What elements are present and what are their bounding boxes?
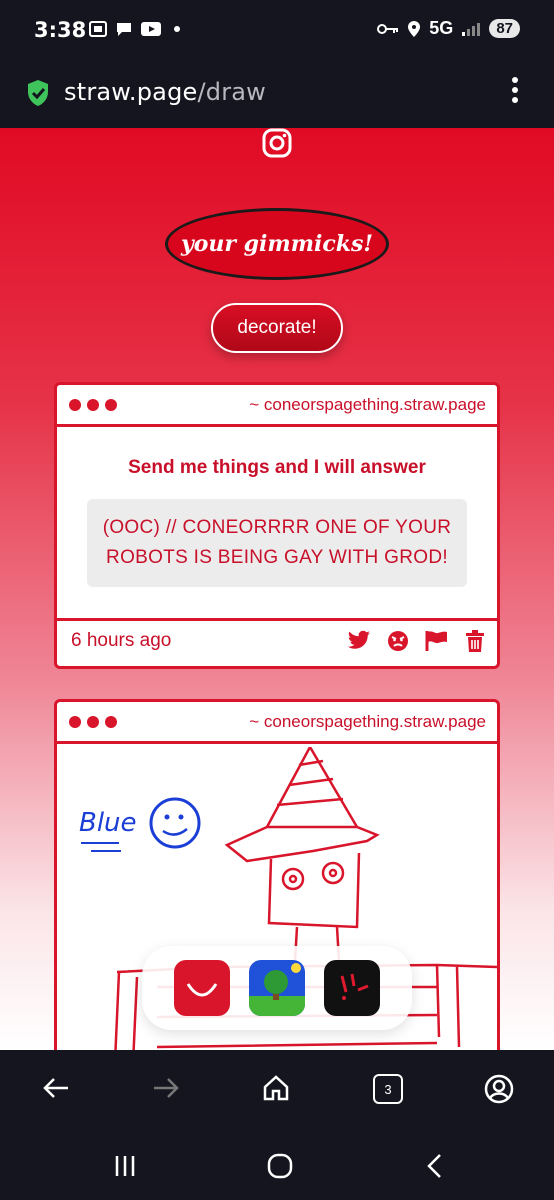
card-footer: 6 hours ago bbox=[57, 618, 497, 666]
dock-app-dark[interactable] bbox=[324, 960, 380, 1016]
app-dock bbox=[142, 946, 412, 1030]
trash-icon[interactable] bbox=[465, 630, 485, 652]
web-page: your gimmicks! decorate! ~ coneorspageth… bbox=[0, 128, 554, 1050]
smile-icon bbox=[186, 983, 218, 997]
card-site-link[interactable]: ~ coneorspagething.straw.page bbox=[249, 712, 486, 732]
network-label: 5G bbox=[429, 18, 454, 38]
youtube-icon bbox=[141, 22, 161, 36]
question-title: Send me things and I will answer bbox=[128, 457, 426, 478]
card-site-link[interactable]: ~ coneorspagething.straw.page bbox=[249, 395, 486, 415]
tab-count-button[interactable]: 3 bbox=[373, 1074, 403, 1104]
url-text[interactable]: straw.page/draw bbox=[64, 78, 266, 106]
signal-icon bbox=[462, 22, 481, 36]
forward-arrow-icon[interactable] bbox=[152, 1074, 180, 1102]
drawing-text-blue: Blue bbox=[79, 808, 137, 838]
browser-url-bar: straw.page/draw bbox=[0, 62, 554, 128]
more-vert-icon[interactable] bbox=[510, 76, 520, 104]
post-timestamp: 6 hours ago bbox=[71, 630, 172, 651]
home-circle-icon[interactable] bbox=[266, 1152, 294, 1180]
back-arrow-icon[interactable] bbox=[42, 1074, 70, 1102]
chat-icon bbox=[117, 23, 131, 36]
url-host: straw.page bbox=[64, 78, 198, 106]
flag-icon[interactable] bbox=[425, 630, 449, 652]
url-path: /draw bbox=[197, 78, 267, 106]
decorate-button[interactable]: decorate! bbox=[211, 303, 343, 353]
card-actions bbox=[347, 630, 485, 652]
system-back-icon[interactable] bbox=[424, 1152, 444, 1180]
home-icon[interactable] bbox=[262, 1074, 290, 1102]
question-card: ~ coneorspagething.straw.page Send me th… bbox=[54, 382, 500, 669]
landscape-icon bbox=[249, 963, 305, 1016]
system-icons: 5G 87 bbox=[377, 18, 520, 39]
instagram-icon[interactable] bbox=[262, 128, 292, 158]
recent-apps-icon[interactable] bbox=[113, 1154, 137, 1178]
window-dots-icon bbox=[69, 399, 117, 411]
secure-shield-icon[interactable] bbox=[26, 79, 50, 107]
dock-app-landscape[interactable] bbox=[249, 960, 305, 1016]
status-time: 3:38 bbox=[34, 18, 87, 42]
gimmicks-button[interactable]: your gimmicks! bbox=[165, 208, 389, 280]
gimmicks-label: your gimmicks! bbox=[180, 231, 374, 257]
vpn-key-icon bbox=[377, 23, 399, 34]
system-nav-bar bbox=[0, 1130, 554, 1200]
account-icon[interactable] bbox=[484, 1074, 514, 1104]
browser-nav-bar bbox=[0, 1050, 554, 1130]
status-bar: 3:38 5G 87 bbox=[0, 0, 554, 62]
battery-indicator: 87 bbox=[489, 19, 520, 38]
scribble-icon bbox=[340, 973, 369, 1000]
more-dot-icon bbox=[174, 26, 180, 32]
notification-icons bbox=[88, 20, 180, 38]
location-icon bbox=[408, 20, 421, 37]
angry-face-icon[interactable] bbox=[387, 630, 409, 652]
window-dots-icon bbox=[69, 716, 117, 728]
card-header: ~ coneorspagething.straw.page bbox=[57, 385, 497, 427]
twitter-icon[interactable] bbox=[347, 630, 371, 652]
question-body: (OOC) // CONEORRRR ONE OF YOUR ROBOTS IS… bbox=[87, 499, 467, 587]
dock-app-smile[interactable] bbox=[174, 960, 230, 1016]
screenshot-icon bbox=[89, 21, 107, 37]
card-header: ~ coneorspagething.straw.page bbox=[57, 702, 497, 744]
